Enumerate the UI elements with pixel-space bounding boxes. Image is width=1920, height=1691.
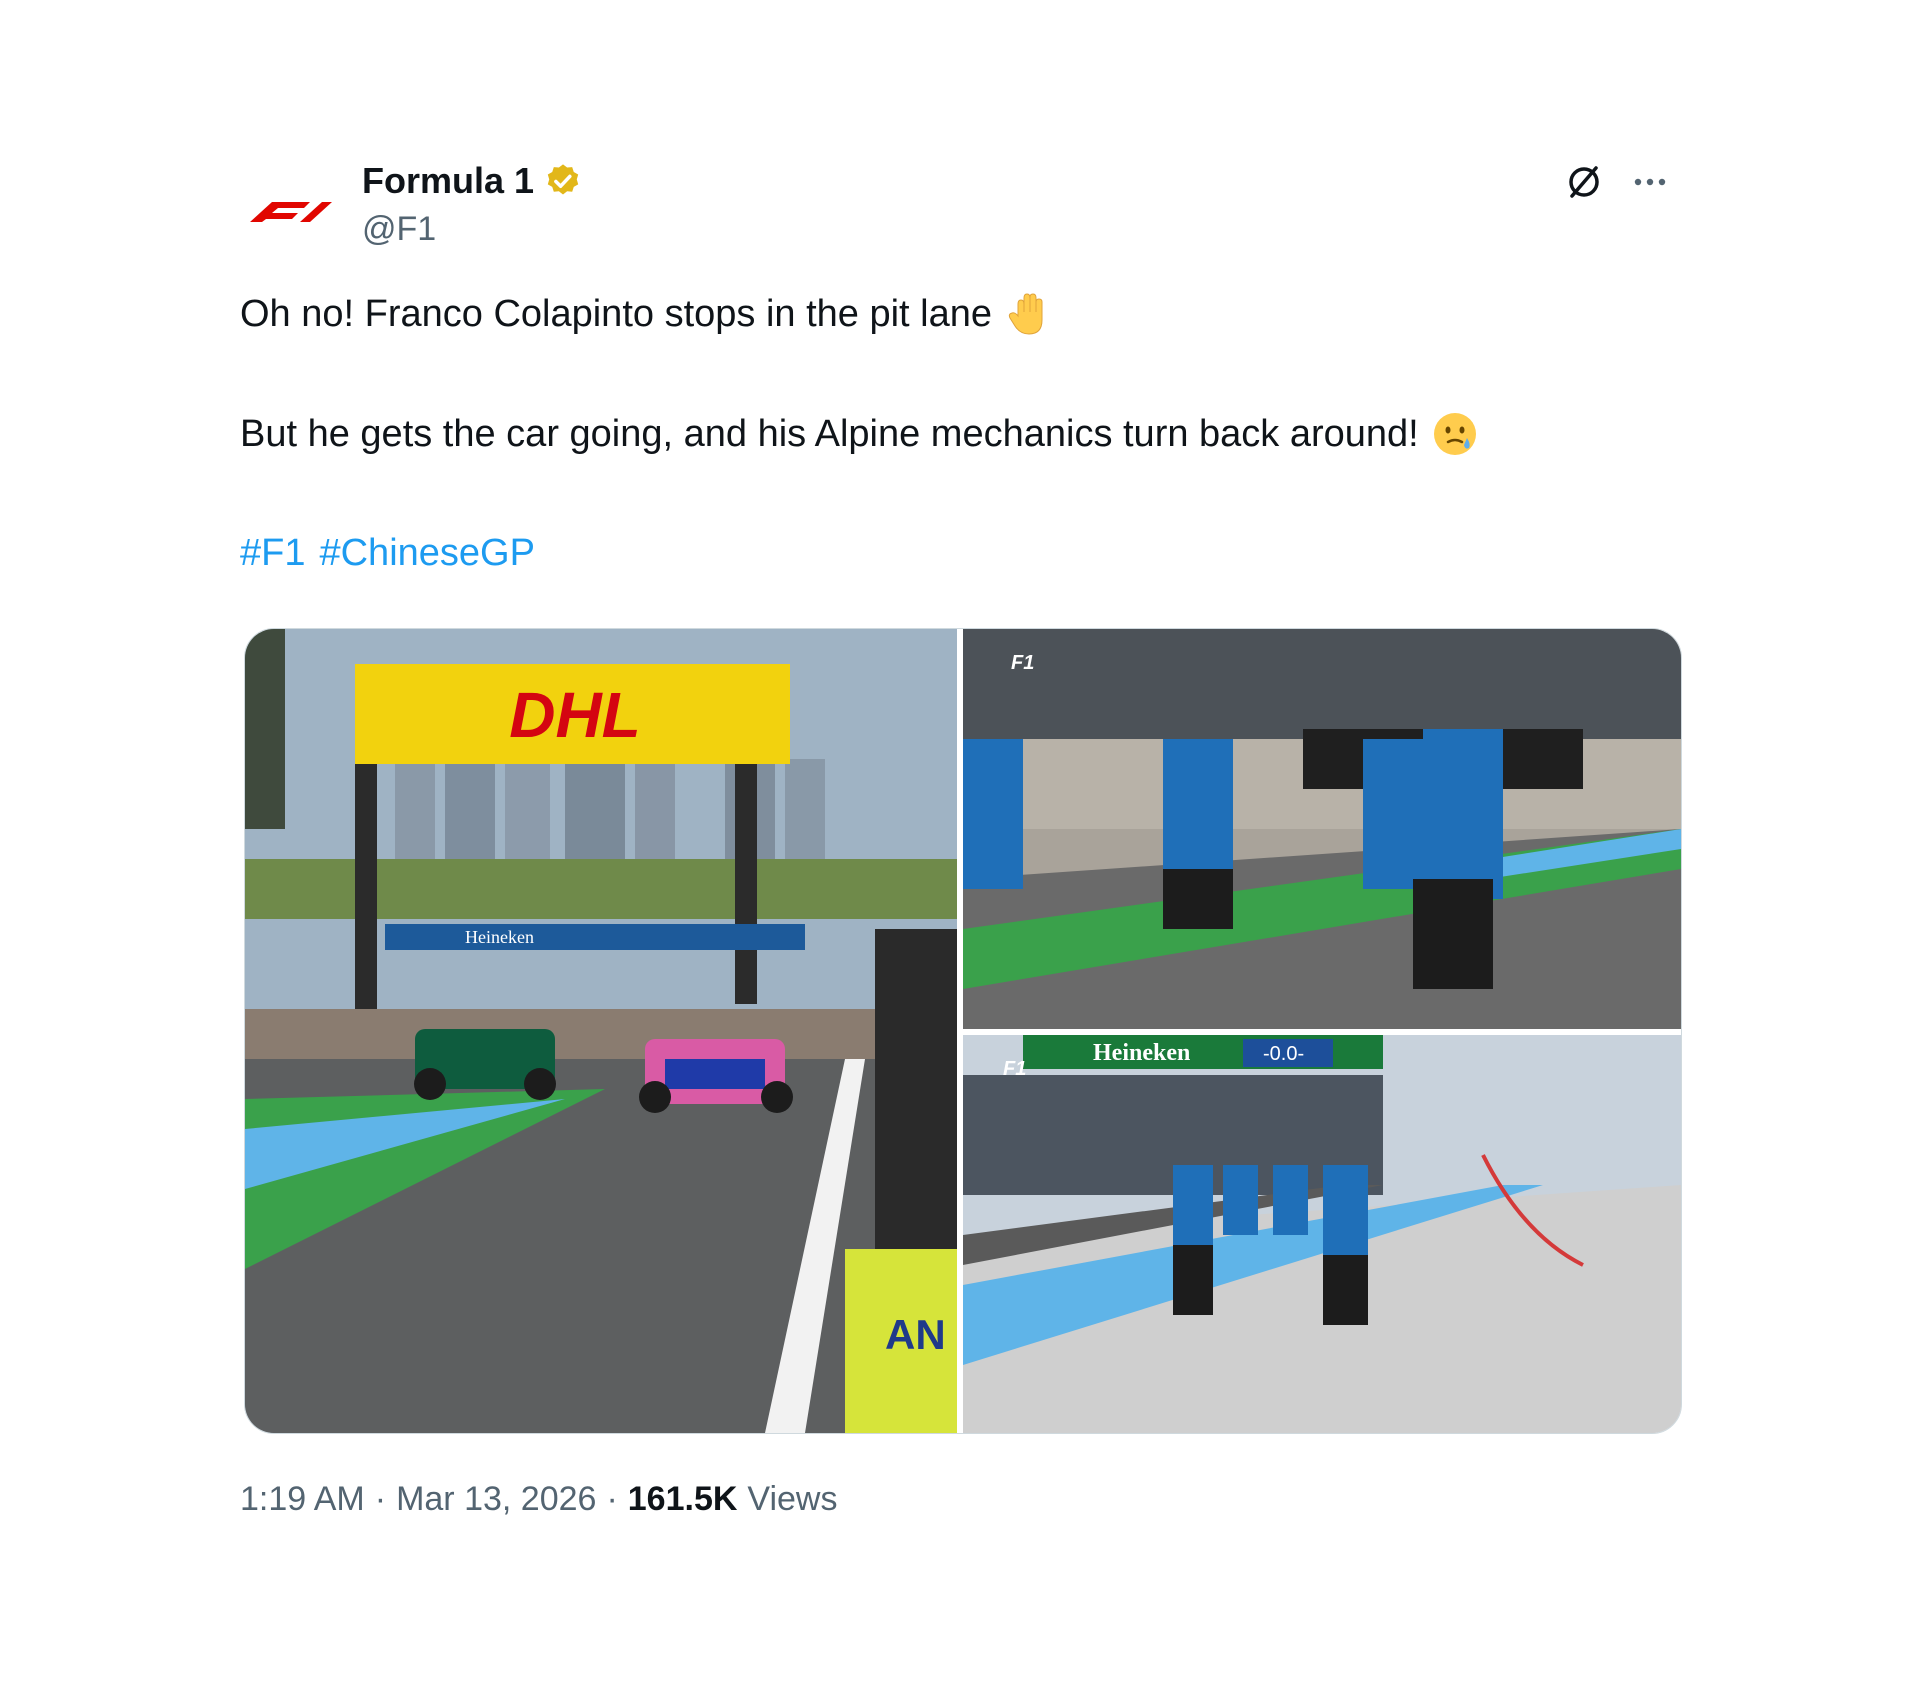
handle[interactable]: @F1 <box>362 210 436 249</box>
separator: · <box>606 1480 618 1518</box>
media-image-mechanics-close[interactable]: F1 <box>963 629 1681 1029</box>
svg-text:F1: F1 <box>1003 1058 1026 1080</box>
tweet-text: But he gets the car going, and his Alpin… <box>240 412 1419 455</box>
display-name[interactable]: Formula 1 <box>362 160 534 202</box>
tweet-text-line-1: Oh no! Franco Colapinto stops in the pit… <box>240 290 1052 338</box>
media-image-pit-lane[interactable]: DHL Heineken AN <box>245 629 957 1433</box>
heineken-score: -0.0- <box>1263 1043 1304 1065</box>
tweet-text: Oh no! Franco Colapinto stops in the pit… <box>240 292 993 335</box>
tweet-time[interactable]: 1:19 AM <box>240 1480 365 1519</box>
separator: · <box>374 1480 387 1518</box>
more-options-icon[interactable] <box>1626 158 1674 206</box>
raised-hand-emoji <box>1008 293 1043 335</box>
tweet-meta: 1:19 AM · Mar 13, 2026 · 161.5K Views <box>240 1480 838 1519</box>
views-count: 161.5K <box>627 1480 738 1518</box>
heineken-banner: Heineken <box>1093 1040 1190 1066</box>
hashtags: #F1 #ChineseGP <box>240 532 535 575</box>
hashtag-link[interactable]: #F1 <box>240 532 305 575</box>
hashtag-link[interactable]: #ChineseGP <box>319 532 534 575</box>
board-text: AN <box>885 1311 946 1358</box>
name-row: Formula 1 <box>362 160 582 202</box>
dhl-sign: DHL <box>509 679 641 751</box>
grok-icon[interactable] <box>1560 158 1608 206</box>
f1-logo-icon[interactable] <box>240 182 340 242</box>
media-image-mechanics-walking[interactable]: Heineken -0.0- F1 <box>963 1035 1681 1433</box>
tweet-text-line-2: But he gets the car going, and his Alpin… <box>240 410 1479 458</box>
gold-verified-icon[interactable] <box>544 162 582 200</box>
views-label: Views <box>747 1480 838 1518</box>
media-grid: DHL Heineken AN F1 Heineken -0.0- F1 <box>244 628 1682 1434</box>
smiling-face-with-tear-emoji <box>1433 413 1476 455</box>
tweet-date[interactable]: Mar 13, 2026 <box>396 1480 596 1519</box>
heineken-banner: Heineken <box>465 927 534 947</box>
svg-text:F1: F1 <box>1011 652 1034 674</box>
